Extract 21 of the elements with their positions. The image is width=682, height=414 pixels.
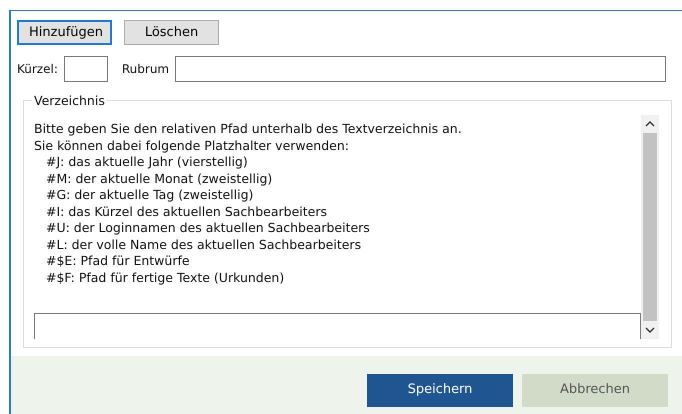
kuerzel-field[interactable] (64, 56, 108, 82)
rubrum-label: Rubrum (122, 61, 170, 78)
placeholder-description: #$F: Pfad für fertige Texte (Urkunden) (45, 270, 286, 286)
kuerzel-label: Kürzel: (17, 61, 58, 78)
rubrum-field[interactable] (175, 56, 666, 82)
help-text: Sie können dabei folgende Platzhalter verwenden: (34, 138, 350, 154)
placeholder-description: #G: der aktuelle Tag (zweistellig) (45, 187, 254, 204)
placeholder-description: #I: das Kürzel des aktuellen Sachbearbeiters (45, 204, 328, 220)
footer-button[interactable]: Abbrechen (522, 374, 668, 406)
path-input[interactable] (34, 313, 641, 339)
help-text: Bitte geben Sie den relativen Pfad unterhalb des Textverzeichnis an. (34, 121, 463, 138)
placeholder-description: #L: der volle Name des aktuellen Sachbearbeiters (45, 236, 362, 253)
toolbar-button[interactable]: Löschen (124, 20, 219, 45)
scrollbar[interactable] (641, 115, 659, 339)
toolbar-button[interactable]: Hinzufügen (17, 20, 112, 45)
placeholder-description: #J: das aktuelle Jahr (vierstellig) (45, 154, 249, 170)
placeholder-description: #U: der Loginnamen des aktuellen Sachbearbeiters (45, 220, 371, 236)
placeholder-description: #M: der aktuelle Monat (zweistellig) (45, 170, 274, 187)
placeholder-description: #$E: Pfad für Entwürfe (45, 253, 191, 270)
footer-button[interactable]: Speichern (367, 374, 513, 406)
scrollbar-thumb[interactable] (643, 133, 657, 321)
